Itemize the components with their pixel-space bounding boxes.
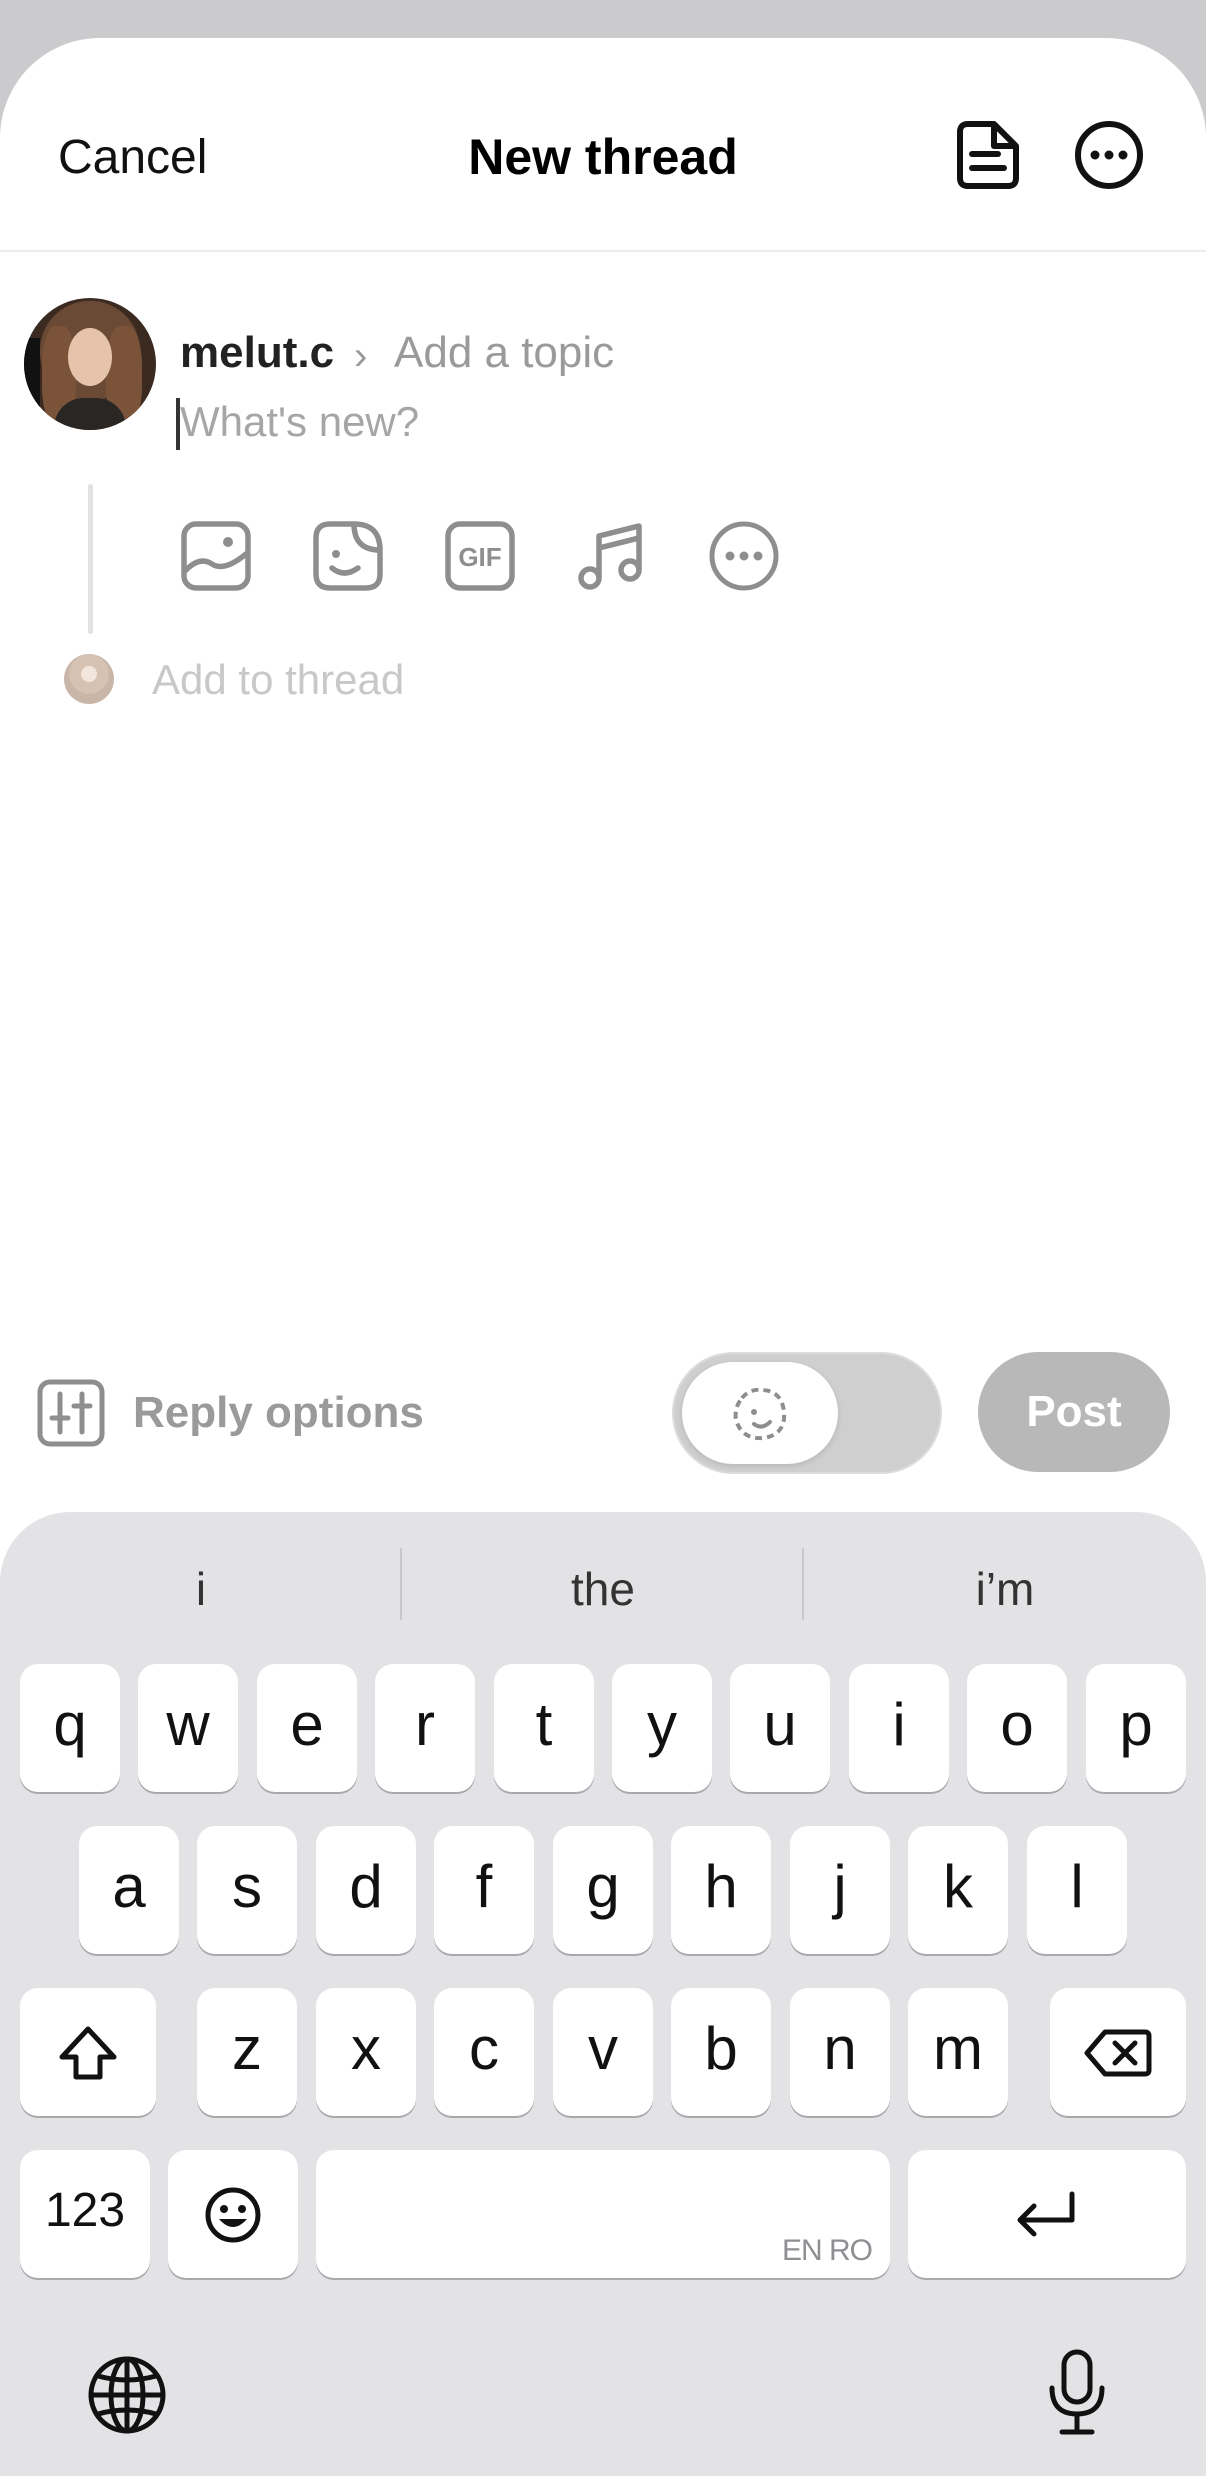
face-dashed-icon (733, 1387, 787, 1441)
ai-label-toggle[interactable] (672, 1352, 942, 1474)
post-button[interactable]: Post (978, 1352, 1170, 1472)
suggestion-1[interactable]: i (6, 1562, 396, 1616)
key-y[interactable]: y (612, 1664, 712, 1792)
image-icon[interactable] (178, 518, 254, 594)
suggestion-divider (400, 1548, 402, 1620)
reply-options-button[interactable]: Reply options (133, 1388, 424, 1438)
key-u[interactable]: u (730, 1664, 830, 1792)
space-language-label: EN RO (781, 2234, 873, 2267)
key-b[interactable]: b (671, 1988, 771, 2116)
backspace-icon (1084, 2029, 1152, 2077)
key-n[interactable]: n (790, 1988, 890, 2116)
keyboard: i the i’m q w e r t y u i o p a s d f g … (0, 1512, 1206, 2476)
key-m[interactable]: m (908, 1988, 1008, 2116)
key-l[interactable]: l (1027, 1826, 1127, 1954)
more-icon[interactable] (706, 518, 782, 594)
add-to-thread-input[interactable]: Add to thread (152, 656, 404, 704)
key-f[interactable]: f (434, 1826, 534, 1954)
key-g[interactable]: g (553, 1826, 653, 1954)
sticker-icon[interactable] (310, 518, 386, 594)
key-i[interactable]: i (849, 1664, 949, 1792)
svg-text:GIF: GIF (458, 542, 501, 572)
key-o[interactable]: o (967, 1664, 1067, 1792)
new-thread-sheet: Cancel New thread melut.c › Add a topic … (0, 38, 1206, 2476)
key-d[interactable]: d (316, 1826, 416, 1954)
key-t[interactable]: t (494, 1664, 594, 1792)
shift-key[interactable] (20, 1988, 156, 2116)
thread-connector-line (88, 484, 93, 634)
avatar (24, 298, 156, 430)
more-options-icon[interactable] (1072, 118, 1146, 192)
key-x[interactable]: x (316, 1988, 416, 2116)
space-key[interactable]: EN RO (316, 2150, 890, 2278)
gif-icon[interactable]: GIF (442, 518, 518, 594)
key-z[interactable]: z (197, 1988, 297, 2116)
key-j[interactable]: j (790, 1826, 890, 1954)
shift-icon (59, 2026, 117, 2080)
toggle-knob (682, 1362, 838, 1464)
music-icon[interactable] (574, 518, 650, 594)
suggestion-3[interactable]: i’m (810, 1562, 1200, 1616)
key-r[interactable]: r (375, 1664, 475, 1792)
small-avatar (64, 654, 114, 704)
microphone-icon[interactable] (1046, 2348, 1108, 2443)
suggestion-2[interactable]: the (408, 1562, 798, 1616)
drafts-document-icon[interactable] (950, 118, 1024, 192)
emoji-icon (205, 2187, 261, 2243)
emoji-key[interactable] (168, 2150, 298, 2278)
header-divider (0, 250, 1206, 252)
key-k[interactable]: k (908, 1826, 1008, 1954)
key-h[interactable]: h (671, 1826, 771, 1954)
key-v[interactable]: v (553, 1988, 653, 2116)
thread-text-input[interactable]: What's new? (180, 398, 419, 446)
key-a[interactable]: a (79, 1826, 179, 1954)
chevron-right-icon: › (354, 334, 368, 378)
add-topic-input[interactable]: Add a topic (394, 328, 614, 378)
return-key[interactable] (908, 2150, 1186, 2278)
key-e[interactable]: e (257, 1664, 357, 1792)
numbers-key[interactable]: 123 (20, 2150, 150, 2278)
key-s[interactable]: s (197, 1826, 297, 1954)
key-c[interactable]: c (434, 1988, 534, 2116)
header: Cancel New thread (0, 38, 1206, 250)
key-w[interactable]: w (138, 1664, 238, 1792)
return-icon (1017, 2191, 1075, 2237)
username: melut.c (180, 328, 335, 377)
delete-key[interactable] (1050, 1988, 1186, 2116)
suggestion-divider (802, 1548, 804, 1620)
reply-options-icon[interactable] (36, 1378, 106, 1448)
key-p[interactable]: p (1086, 1664, 1186, 1792)
globe-icon[interactable] (86, 2354, 168, 2441)
cancel-button[interactable]: Cancel (58, 130, 207, 185)
key-q[interactable]: q (20, 1664, 120, 1792)
